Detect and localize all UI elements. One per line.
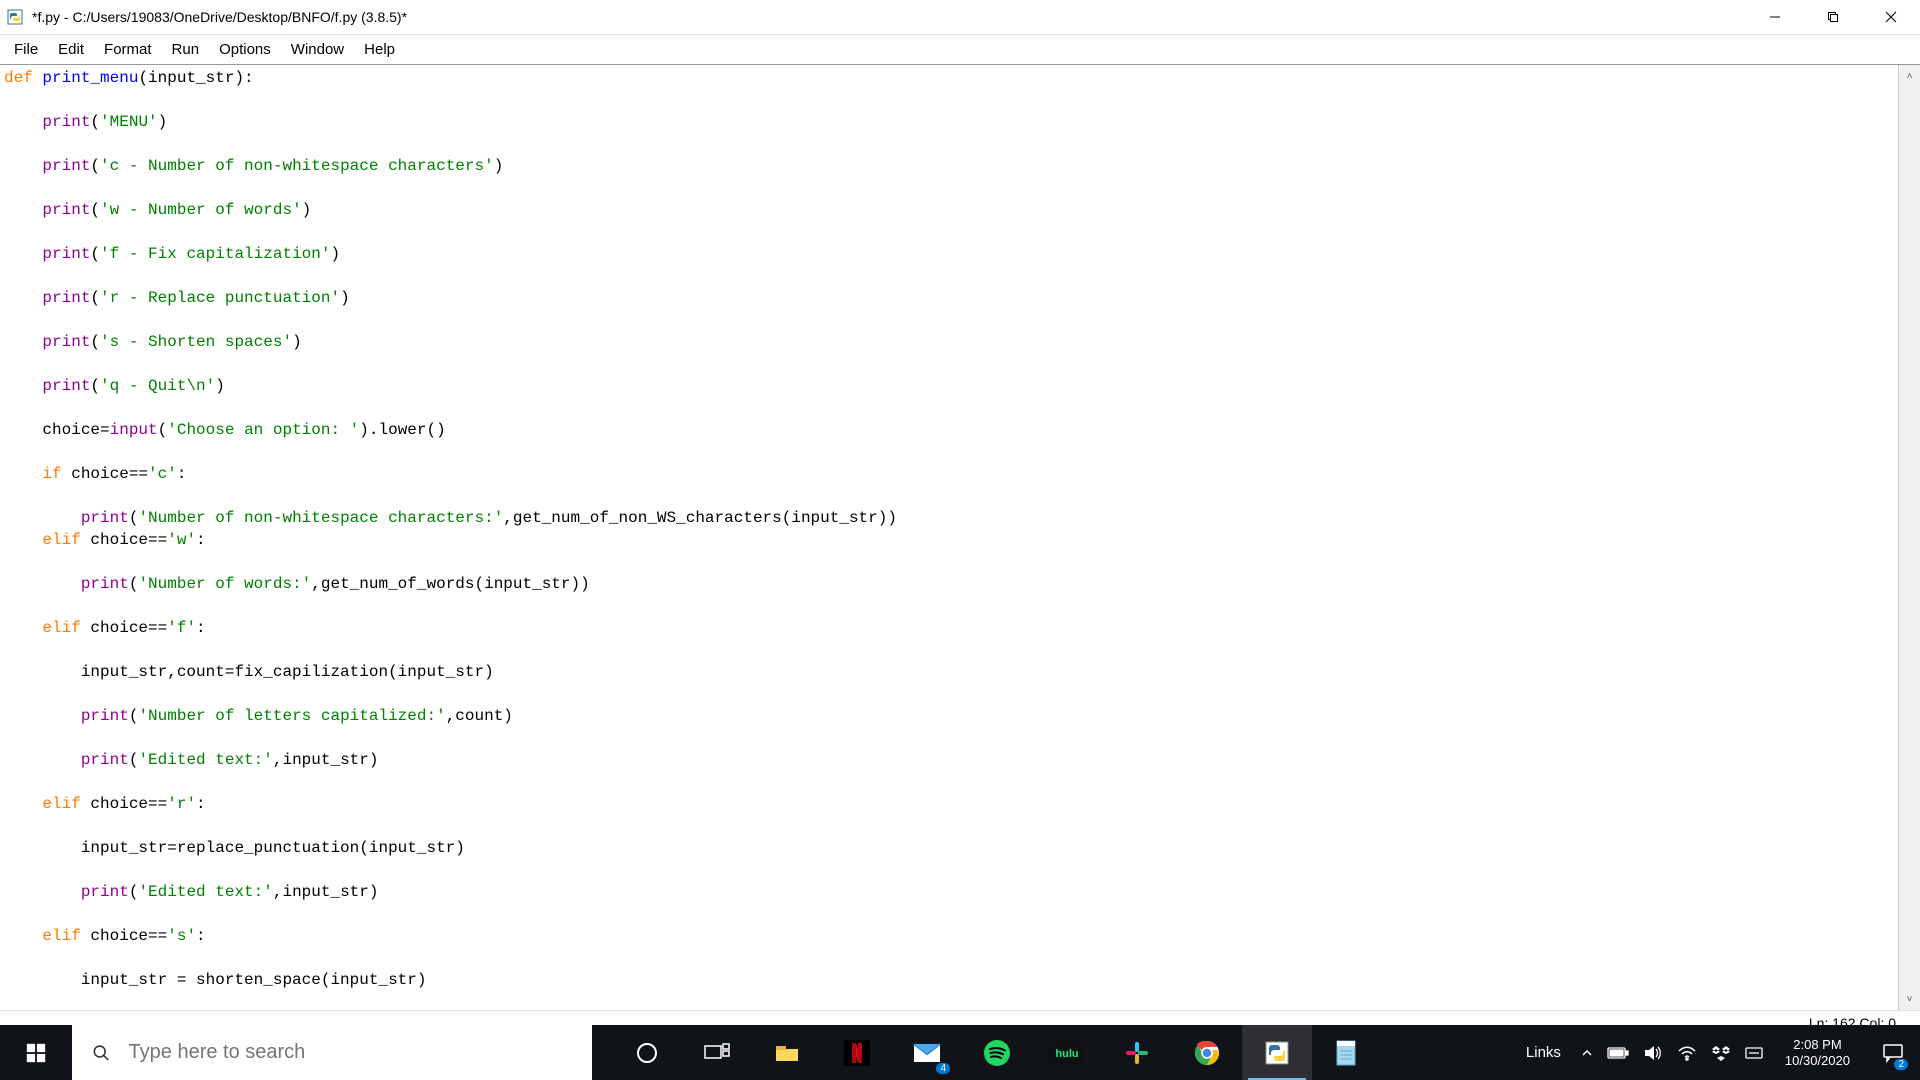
task-view-icon[interactable]	[682, 1025, 752, 1080]
menu-run[interactable]: Run	[162, 37, 210, 62]
mail-icon[interactable]: 4	[892, 1025, 962, 1080]
input-indicator-icon[interactable]	[1745, 1045, 1763, 1061]
menu-file[interactable]: File	[4, 37, 48, 62]
svg-text:hulu: hulu	[1055, 1048, 1078, 1060]
python-idle-icon	[6, 8, 24, 26]
vertical-scrollbar[interactable]: ˄ ˅	[1898, 65, 1920, 1010]
menu-window[interactable]: Window	[281, 37, 354, 62]
clock-date: 10/30/2020	[1785, 1053, 1850, 1069]
scroll-down-icon[interactable]: ˅	[1899, 988, 1920, 1010]
slack-icon[interactable]	[1102, 1025, 1172, 1080]
menu-help[interactable]: Help	[354, 37, 405, 62]
search-input[interactable]	[129, 1041, 592, 1064]
menu-edit[interactable]: Edit	[48, 37, 94, 62]
action-center-icon[interactable]: 2	[1872, 1025, 1914, 1080]
taskbar-apps: 4 hulu	[592, 1025, 1520, 1080]
close-button[interactable]	[1862, 0, 1920, 34]
window-controls	[1746, 0, 1920, 34]
window-title: *f.py - C:/Users/19083/OneDrive/Desktop/…	[32, 9, 1746, 25]
battery-icon[interactable]	[1607, 1046, 1629, 1060]
spotify-icon[interactable]	[962, 1025, 1032, 1080]
file-explorer-icon[interactable]	[752, 1025, 822, 1080]
titlebar: *f.py - C:/Users/19083/OneDrive/Desktop/…	[0, 0, 1920, 35]
wifi-icon[interactable]	[1677, 1045, 1697, 1061]
minimize-button[interactable]	[1746, 0, 1804, 34]
search-icon	[92, 1043, 111, 1063]
start-button[interactable]	[0, 1025, 72, 1080]
taskbar-clock[interactable]: 2:08 PM 10/30/2020	[1777, 1037, 1858, 1069]
chrome-icon[interactable]	[1172, 1025, 1242, 1080]
cortana-icon[interactable]	[612, 1025, 682, 1080]
menu-options[interactable]: Options	[209, 37, 281, 62]
links-toolbar[interactable]: Links	[1520, 1044, 1567, 1061]
tray-overflow-icon[interactable]	[1581, 1047, 1593, 1059]
menu-format[interactable]: Format	[94, 37, 162, 62]
taskbar-search[interactable]	[72, 1025, 592, 1080]
code-editor[interactable]: def print_menu(input_str): print('MENU')…	[0, 65, 1898, 1010]
volume-icon[interactable]	[1643, 1044, 1663, 1062]
menubar: FileEditFormatRunOptionsWindowHelp	[0, 35, 1920, 65]
notepad-icon[interactable]	[1312, 1025, 1382, 1080]
system-tray: Links 2:08 PM 10/30/2020 2	[1520, 1025, 1920, 1080]
python-idle-taskbar-icon[interactable]	[1242, 1025, 1312, 1080]
dropbox-icon[interactable]	[1711, 1044, 1731, 1062]
mail-badge: 4	[936, 1063, 950, 1074]
clock-time: 2:08 PM	[1785, 1037, 1850, 1053]
maximize-button[interactable]	[1804, 0, 1862, 34]
notification-badge: 2	[1894, 1059, 1908, 1070]
taskbar: 4 hulu Links 2:08 PM 10/30/2020 2	[0, 1025, 1920, 1080]
scroll-up-icon[interactable]: ˄	[1899, 65, 1920, 87]
netflix-icon[interactable]	[822, 1025, 892, 1080]
hulu-icon[interactable]: hulu	[1032, 1025, 1102, 1080]
